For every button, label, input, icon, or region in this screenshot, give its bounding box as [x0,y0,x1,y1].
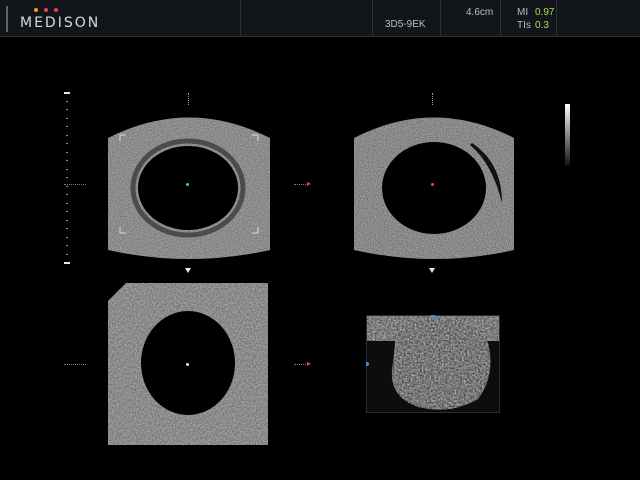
scale-tick [66,143,68,144]
scale-tick [66,109,68,110]
scale-tick [66,151,68,153]
center-marker [431,183,434,186]
marker-line [294,364,308,366]
scale-tick [66,194,68,195]
header-divider [556,0,557,36]
ultrasound-plane-c-icon [108,283,268,445]
pane-c-coronal[interactable] [108,283,270,445]
scale-tick [66,211,68,212]
ultrasound-3d-render-icon [366,315,500,413]
scale-tick [66,134,68,136]
scale-tick [66,168,68,170]
scale-tick [66,117,68,119]
logo-divider [6,6,8,32]
cursor-line [432,93,434,105]
cursor-line [188,93,190,105]
arrow-right-icon: ▸ [307,179,312,188]
scale-tick [66,236,68,238]
ultrasound-plane-b-icon [354,117,514,259]
pane-a-sagittal[interactable] [106,103,272,263]
scale-end-marker [64,262,70,264]
mi-label: MI [517,7,529,18]
marker-line [64,364,86,366]
pane-b-transverse[interactable] [352,103,516,263]
probe-name: 3D5-9EK [385,19,426,30]
medison-logo: MEDISON [6,4,98,32]
mi-value: 0.97 [535,7,555,18]
header-bar: MEDISON 3D5-9EK 4.6cm MI 0.97 TIs 0.3 [0,0,640,37]
header-divider [500,0,501,36]
scale-tick [66,202,68,204]
ultrasound-plane-a-icon [108,117,270,259]
scale-tick [66,177,68,178]
logo-dots-icon [34,8,74,14]
logo-text: MEDISON [20,15,101,31]
scale-tick [66,126,68,127]
arrow-down-icon [185,268,191,273]
grayscale-bar [565,104,570,166]
header-divider [372,0,373,36]
scale-tick [66,253,68,255]
header-divider [440,0,441,36]
marker-line [294,184,308,186]
scale-tick [66,219,68,221]
depth-value: 4.6cm [466,7,494,18]
depth-scale [62,92,74,268]
scale-tick [66,245,68,246]
marker-line [64,184,86,186]
pane-3d-render[interactable] [366,315,500,413]
tis-value: 0.3 [535,20,549,31]
scale-tick [66,160,68,161]
arrow-down-icon [429,268,435,273]
arrow-right-icon: ▸ [307,359,312,368]
center-marker [186,363,189,366]
header-divider [240,0,241,36]
center-marker [186,183,189,186]
tis-label: TIs [517,20,531,31]
scale-tick [66,100,68,102]
scale-end-marker [64,92,70,94]
scale-tick [66,228,68,229]
